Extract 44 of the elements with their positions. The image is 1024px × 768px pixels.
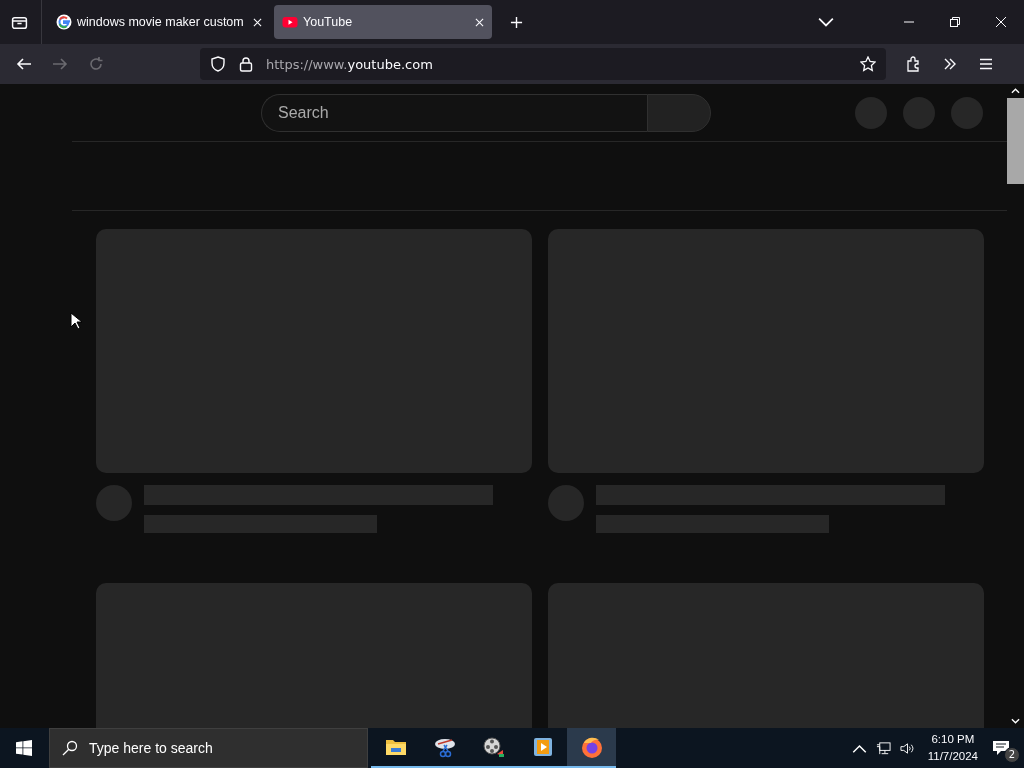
tab-title: windows movie maker custom bbox=[77, 15, 245, 29]
tab-title: YouTube bbox=[303, 15, 354, 29]
back-arrow-icon[interactable] bbox=[16, 56, 32, 72]
address-bar[interactable]: https://www.youtube.com bbox=[200, 48, 886, 80]
icon-placeholder bbox=[855, 96, 887, 129]
scroll-down-icon[interactable] bbox=[1011, 718, 1020, 724]
windows-start-icon[interactable] bbox=[16, 740, 32, 756]
fox-globe-icon bbox=[579, 735, 604, 759]
browser-tab[interactable]: YouTube bbox=[274, 5, 492, 39]
clock[interactable]: 6:10 PM 11/7/2024 bbox=[927, 731, 978, 765]
avatar-placeholder bbox=[951, 96, 983, 129]
restore-icon[interactable] bbox=[950, 17, 960, 27]
shield-icon[interactable] bbox=[210, 56, 226, 72]
menu-icon[interactable] bbox=[978, 56, 994, 72]
avatar-placeholder bbox=[548, 485, 584, 521]
clock-time: 6:10 PM bbox=[931, 732, 975, 747]
icon-placeholder bbox=[903, 96, 935, 129]
scrollbar-thumb[interactable] bbox=[1007, 98, 1024, 184]
notification-icon[interactable] bbox=[992, 740, 1010, 756]
forward-arrow-icon[interactable] bbox=[52, 56, 68, 72]
speaker-icon[interactable] bbox=[899, 740, 915, 756]
notification-count: 2 bbox=[1004, 747, 1020, 763]
taskbar-search-field[interactable]: Type here to search bbox=[49, 728, 368, 768]
google-icon bbox=[56, 14, 72, 30]
network-icon[interactable] bbox=[875, 740, 891, 756]
double-chevron-icon[interactable] bbox=[942, 56, 958, 72]
puzzle-piece-icon[interactable] bbox=[906, 56, 922, 72]
search-field[interactable]: Search bbox=[261, 93, 647, 132]
star-icon[interactable] bbox=[860, 56, 876, 72]
close-icon[interactable] bbox=[253, 17, 262, 27]
new-tab-icon[interactable] bbox=[510, 15, 523, 29]
lock-icon bbox=[238, 56, 254, 72]
play-logo-icon bbox=[282, 14, 298, 30]
mouse-cursor-icon bbox=[70, 312, 82, 330]
avatar-placeholder bbox=[96, 485, 132, 521]
url-text: https://www.youtube.com bbox=[266, 56, 433, 72]
scroll-up-icon[interactable] bbox=[1011, 88, 1020, 94]
close-icon[interactable] bbox=[475, 17, 484, 27]
close-icon[interactable] bbox=[996, 17, 1006, 27]
film-reel-icon bbox=[481, 735, 506, 759]
search-icon bbox=[62, 740, 78, 756]
reload-icon[interactable] bbox=[88, 56, 104, 72]
clock-date: 11/7/2024 bbox=[927, 749, 978, 764]
browser-tab[interactable]: windows movie maker custom bbox=[48, 5, 270, 39]
